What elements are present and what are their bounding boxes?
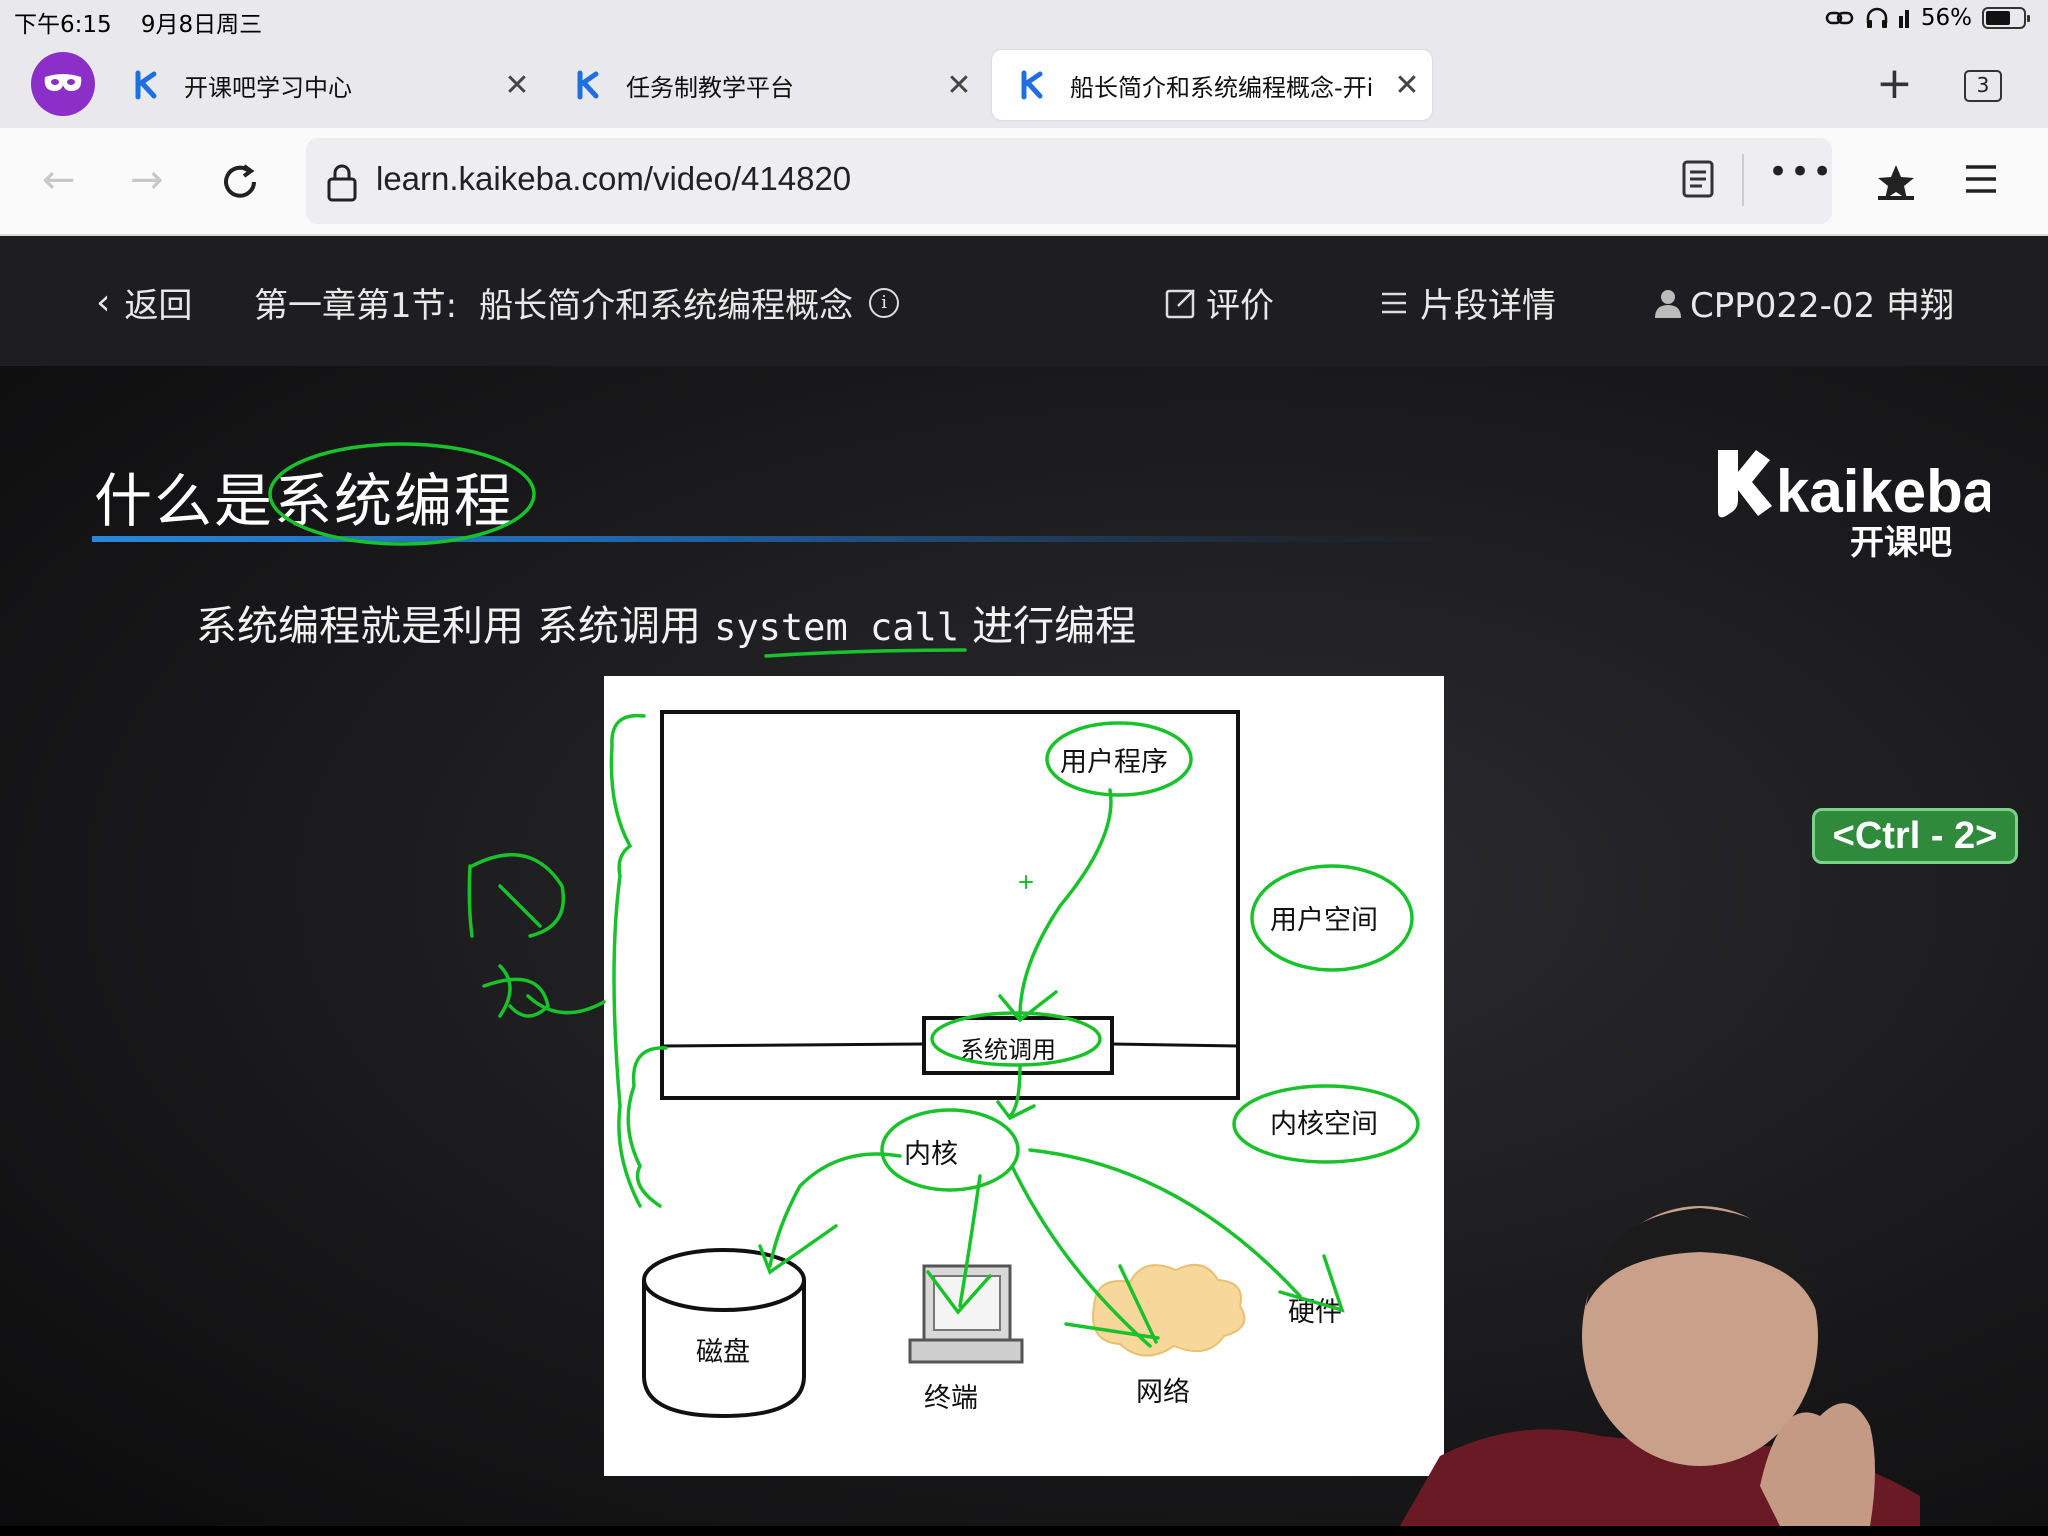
kaikeba-favicon-icon: [135, 70, 157, 100]
slide-subtitle: 系统编程就是利用 系统调用 system call 进行编程: [196, 592, 1136, 652]
subtitle-text-b: 进行编程: [959, 602, 1137, 650]
headphones-icon: [1866, 7, 1888, 28]
close-icon[interactable]: ✕: [1392, 68, 1422, 103]
reload-icon[interactable]: [218, 160, 262, 204]
segments-label: 片段详情: [1420, 286, 1556, 326]
list-icon: [1382, 292, 1406, 313]
more-icon[interactable]: •••: [1768, 152, 1834, 192]
hamburger-menu-icon[interactable]: [1964, 164, 1998, 194]
kaikeba-favicon-icon: [577, 70, 599, 100]
tab-active-lesson[interactable]: 船长简介和系统编程概念-开i ✕: [992, 50, 1432, 120]
url-text[interactable]: learn.kaikeba.com/video/414820: [376, 160, 851, 198]
handwriting-nei: [467, 853, 565, 938]
bottom-strip: [0, 1526, 2048, 1536]
back-label: 返回: [124, 286, 193, 326]
tab-learning-center[interactable]: 开课吧学习中心 ✕: [132, 50, 532, 120]
address-bar[interactable]: learn.kaikeba.com/video/414820 •••: [306, 138, 1832, 224]
status-time: 下午6:15: [14, 12, 112, 38]
back-arrow-icon[interactable]: ←: [42, 158, 76, 202]
video-player[interactable]: 什么是系统编程 系统编程就是利用 系统调用 system call 进行编程 k…: [0, 366, 2048, 1526]
tab-title: 船长简介和系统编程概念-开i: [1070, 73, 1374, 102]
chapter-label: 第一章第1节:: [254, 286, 458, 326]
edit-icon: [1165, 288, 1195, 318]
browser-toolbar: ← → learn.kaikeba.com/video/414820 •••: [0, 128, 2048, 236]
rate-label: 评价: [1206, 286, 1274, 326]
title-underline: [92, 536, 1472, 542]
signal-icon: [1898, 10, 1909, 28]
shortcut-badge: <Ctrl - 2>: [1812, 808, 2018, 864]
battery-percent: 56%: [1920, 5, 1972, 31]
segment-details-button[interactable]: 片段详情: [1380, 278, 1556, 327]
label-kernel: 内核: [904, 1139, 958, 1170]
rate-button[interactable]: 评价: [1164, 278, 1274, 327]
video-header: ‹ 返回 第一章第1节: 船长简介和系统编程概念 i 评价 片段详情 CPP02…: [0, 236, 2048, 366]
close-icon[interactable]: ✕: [502, 68, 532, 103]
presenter-video: [1400, 1206, 1920, 1526]
status-date: 9月8日周三: [140, 12, 263, 38]
divider: [1742, 154, 1744, 206]
subtitle-text-a: 系统编程就是利用 系统调用: [196, 602, 715, 650]
bookmark-star-icon[interactable]: [1876, 162, 1916, 202]
label-terminal: 终端: [924, 1383, 978, 1414]
tab-count-button[interactable]: 3: [1964, 70, 2002, 102]
battery-icon: [1982, 7, 2030, 29]
lesson-title: 船长简介和系统编程概念: [479, 286, 854, 326]
chevron-left-icon: ‹: [96, 282, 111, 323]
info-icon[interactable]: i: [869, 287, 900, 318]
tab-task-platform[interactable]: 任务制教学平台 ✕: [574, 50, 974, 120]
handwriting-he: [482, 964, 606, 1018]
lock-icon: [327, 164, 357, 202]
logo-chinese: 开课吧: [1850, 523, 1952, 562]
close-icon[interactable]: ✕: [944, 68, 974, 103]
status-right: 56%: [1825, 5, 2030, 31]
label-hardware: 硬件: [1288, 1297, 1342, 1328]
label-syscall: 系统调用: [960, 1036, 1056, 1064]
link-icon: [1825, 11, 1854, 25]
kaikeba-logo: kaikeba 开课吧: [1718, 450, 1990, 562]
lesson-heading: 第一章第1节: 船长简介和系统编程概念 i: [254, 278, 900, 327]
status-bar: 下午6:15 9月8日周三 56%: [0, 0, 2048, 40]
label-disk: 磁盘: [696, 1337, 750, 1368]
back-button[interactable]: ‹ 返回: [96, 278, 192, 327]
status-left: 下午6:15 9月8日周三: [14, 5, 262, 39]
system-diagram: 用户程序 用户空间 系统调用 内核空间 内核 磁盘 终端 网络 硬件: [604, 676, 1444, 1476]
logo-wordmark: kaikeba: [1776, 458, 1990, 525]
label-kernel-space: 内核空间: [1270, 1109, 1378, 1140]
tab-title: 开课吧学习中心: [184, 73, 352, 102]
tab-title: 任务制教学平台: [626, 73, 794, 102]
user-label: CPP022-02 申翔: [1690, 286, 1954, 326]
label-user-program: 用户程序: [1060, 747, 1168, 778]
label-user-space: 用户空间: [1270, 905, 1378, 936]
profile-avatar[interactable]: [31, 52, 95, 116]
user-icon: [1655, 289, 1681, 318]
subtitle-code: system call: [714, 606, 960, 649]
new-tab-button[interactable]: +: [1876, 62, 1913, 106]
reader-mode-icon[interactable]: [1682, 160, 1714, 198]
mask-icon: [44, 74, 82, 91]
label-network: 网络: [1136, 1377, 1190, 1408]
forward-arrow-icon[interactable]: →: [130, 158, 164, 202]
user-info: CPP022-02 申翔: [1654, 278, 1954, 327]
slide-title: 什么是系统编程: [94, 467, 515, 535]
tab-bar: 开课吧学习中心 ✕ 任务制教学平台 ✕ 船长简介和系统编程概念-开i ✕ + 3: [0, 40, 2048, 128]
kaikeba-favicon-icon: [1021, 70, 1043, 100]
